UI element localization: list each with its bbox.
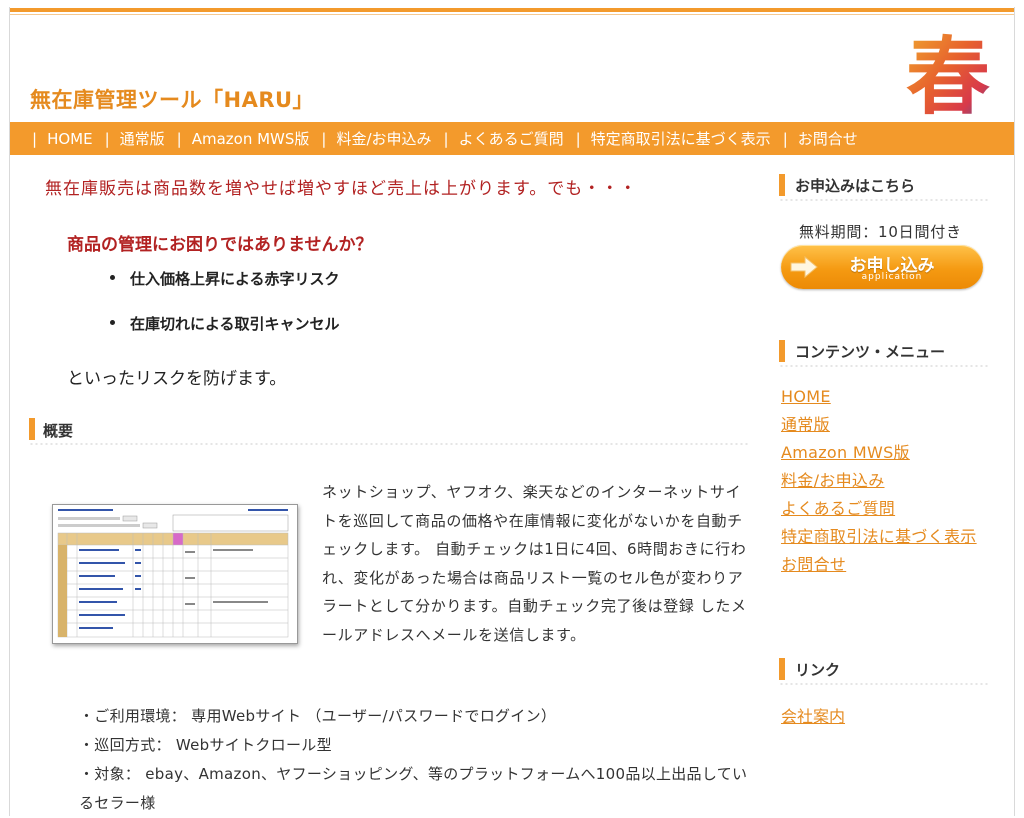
header-top-rule — [10, 8, 1014, 12]
lead-text: 無在庫販売は商品数を増やせば増やすほど売上は上がります。でも・・・ — [45, 179, 638, 199]
sidebar-link-amazon-mws[interactable]: Amazon MWS版 — [781, 443, 910, 462]
sidebar-link-legal[interactable]: 特定商取引法に基づく表示 — [781, 527, 977, 546]
bullet-icon — [110, 275, 115, 280]
overview-description: ネットショップ、ヤフオク、楽天などのインターネットサイトを巡回して商品の価格や在… — [322, 483, 747, 644]
nav-item-home[interactable]: HOME — [47, 130, 93, 148]
nav-item-pricing[interactable]: 料金/お申込み — [336, 128, 431, 149]
nav-item-amazon-mws[interactable]: Amazon MWS版 — [192, 128, 310, 149]
list-item: HOME — [781, 383, 991, 411]
nav-item-contact[interactable]: お問合せ — [798, 128, 858, 149]
heading-bar — [29, 418, 35, 440]
problem-heading: 商品の管理にお困りではありませんか？ — [67, 235, 373, 255]
nav-separator: | — [443, 129, 449, 148]
main-nav: | HOME | 通常版 | Amazon MWS版 | 料金/お申込み | よ… — [10, 122, 1014, 155]
list-item: お問合せ — [781, 551, 991, 579]
spec-list: ・ご利用環境： 専用Webサイト （ユーザー/パスワードでログイン） ・巡回方式… — [79, 702, 749, 818]
sidebar-link-home[interactable]: HOME — [781, 387, 831, 406]
list-item: ・対象： ebay、Amazon、ヤフーショッピング、等のプラットフォームへ10… — [79, 765, 748, 812]
sidebar-link-contact[interactable]: お問合せ — [781, 555, 846, 574]
heading-bar — [779, 658, 785, 680]
site-title[interactable]: 無在庫管理ツール「HARU」 — [30, 84, 314, 114]
list-item: 料金/お申込み — [781, 467, 991, 495]
list-item: 通常版 — [781, 411, 991, 439]
apply-button-sublabel: application — [861, 272, 923, 282]
logo-kanji: 春 — [906, 27, 990, 124]
nav-separator: | — [32, 129, 38, 148]
header-top-rule-thin — [10, 14, 1014, 15]
apply-button[interactable]: お申し込み application — [781, 245, 983, 289]
links-section-heading: リンク — [779, 656, 989, 686]
nav-separator: | — [321, 129, 327, 148]
sidebar-link-faq[interactable]: よくあるご質問 — [781, 499, 895, 518]
list-item: よくあるご質問 — [781, 495, 991, 523]
dotted-divider — [779, 682, 989, 686]
list-item: 仕入価格上昇による赤字リスク — [110, 268, 340, 313]
risk-list: 仕入価格上昇による赤字リスク 在庫切れによる取引キャンセル — [110, 268, 340, 358]
nav-separator: | — [104, 129, 110, 148]
overview-heading-text: 概要 — [43, 422, 74, 440]
dotted-divider — [779, 364, 989, 368]
product-screenshot-thumbnail[interactable] — [52, 504, 298, 644]
list-item: 在庫切れによる取引キャンセル — [110, 313, 340, 358]
nav-item-legal[interactable]: 特定商取引法に基づく表示 — [591, 128, 771, 149]
nav-item-standard[interactable]: 通常版 — [120, 128, 165, 149]
dotted-divider — [29, 442, 749, 446]
links-heading-text: リンク — [795, 661, 841, 679]
risk-text: 仕入価格上昇による赤字リスク — [130, 270, 340, 288]
free-period-text: 無料期間：10日間付き — [799, 223, 962, 241]
contents-menu-heading: コンテンツ・メニュー — [779, 338, 989, 368]
nav-separator: | — [575, 129, 581, 148]
list-item: ・ご利用環境： 専用Webサイト （ユーザー/パスワードでログイン） — [79, 707, 557, 725]
bullet-icon — [110, 320, 115, 325]
apply-section-heading: お申込みはこちら — [779, 172, 989, 202]
list-item: 特定商取引法に基づく表示 — [781, 523, 991, 551]
thumbnail-graphic — [53, 505, 297, 643]
nav-separator: | — [782, 129, 788, 148]
list-item: Amazon MWS版 — [781, 439, 991, 467]
sidebar-link-pricing[interactable]: 料金/お申込み — [781, 471, 885, 490]
sidebar-link-standard[interactable]: 通常版 — [781, 415, 830, 434]
heading-bar — [779, 174, 785, 196]
apply-heading-text: お申込みはこちら — [795, 177, 916, 195]
list-item: ・巡回方式： Webサイトクロール型 — [79, 736, 332, 754]
contents-menu-links: HOME 通常版 Amazon MWS版 料金/お申込み よくあるご質問 特定商… — [781, 383, 991, 579]
risk-summary: といったリスクを防げます。 — [67, 369, 287, 389]
company-link-container: 会社案内 — [781, 703, 845, 731]
haru-logo: 春 — [906, 27, 990, 124]
heading-bar — [779, 340, 785, 362]
risk-text: 在庫切れによる取引キャンセル — [130, 315, 340, 333]
overview-section-heading: 概要 — [29, 416, 749, 446]
nav-item-faq[interactable]: よくあるご質問 — [459, 128, 564, 149]
nav-separator: | — [176, 129, 182, 148]
contents-menu-heading-text: コンテンツ・メニュー — [795, 343, 946, 361]
company-info-link[interactable]: 会社案内 — [781, 707, 845, 726]
dotted-divider — [779, 198, 989, 202]
